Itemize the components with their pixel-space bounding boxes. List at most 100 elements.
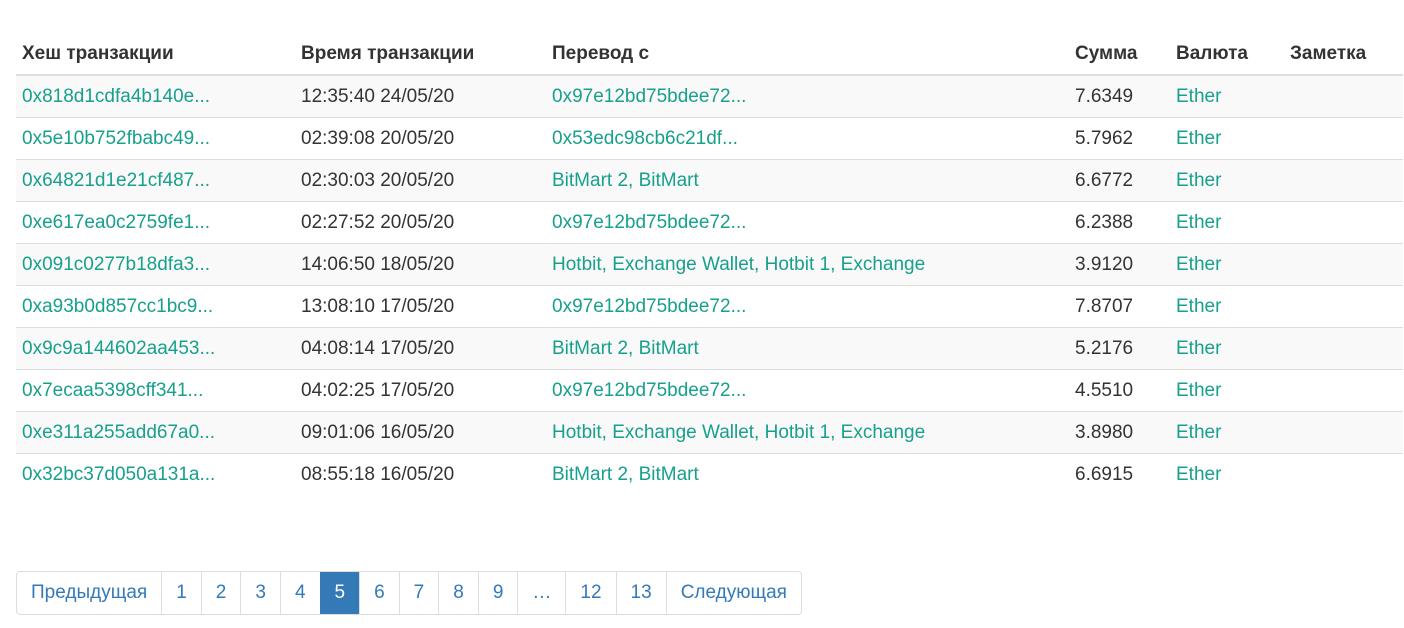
- tx-from-link[interactable]: BitMart 2, BitMart: [552, 464, 699, 485]
- table-body: 0x818d1cdfa4b140e... 12:35:40 24/05/20 0x9…: [16, 75, 1403, 495]
- cell-from: 0x97e12bd75bdee72...: [546, 369, 1069, 412]
- transactions-page: Хеш транзакции Время транзакции Перевод …: [0, 0, 1404, 628]
- tx-hash-link[interactable]: 0x64821d1e21cf487...: [22, 170, 210, 191]
- cell-time: 13:08:10 17/05/20: [295, 285, 546, 328]
- cell-time: 02:39:08 20/05/20: [295, 117, 546, 160]
- cell-note: [1284, 75, 1403, 118]
- table-row: 0x64821d1e21cf487... 02:30:03 20/05/20 Bit…: [16, 159, 1403, 202]
- tx-hash-link[interactable]: 0x9c9a144602aa453...: [22, 338, 215, 359]
- pagination-page-12[interactable]: 12: [565, 572, 615, 614]
- tx-from-link[interactable]: 0x97e12bd75bdee72...: [552, 296, 746, 317]
- tx-hash-link[interactable]: 0x7ecaa5398cff341...: [22, 380, 203, 401]
- tx-time: 02:27:52 20/05/20: [301, 211, 455, 233]
- table-row: 0x32bc37d050a131a... 08:55:18 16/05/20 Bit…: [16, 453, 1403, 495]
- cell-amount: 7.6349: [1069, 75, 1170, 118]
- tx-time: 04:08:14 17/05/20: [301, 337, 455, 359]
- tx-currency-link[interactable]: Ether: [1176, 296, 1221, 317]
- cell-amount: 5.2176: [1069, 327, 1170, 370]
- cell-from: 0x97e12bd75bdee72...: [546, 285, 1069, 328]
- pagination-page-8[interactable]: 8: [438, 572, 478, 614]
- column-header-amount: Сумма: [1069, 34, 1170, 76]
- tx-amount: 6.6772: [1075, 169, 1134, 191]
- tx-hash-link[interactable]: 0xe617ea0c2759fe1...: [22, 212, 210, 233]
- pagination-prev-button[interactable]: Предыдущая: [17, 572, 161, 614]
- tx-currency-link[interactable]: Ether: [1176, 86, 1221, 107]
- tx-currency-link[interactable]: Ether: [1176, 338, 1221, 359]
- cell-from: Hotbit, Exchange Wallet, Hotbit 1, Excha…: [546, 243, 1069, 286]
- cell-time: 12:35:40 24/05/20: [295, 75, 546, 118]
- tx-from-link[interactable]: 0x53edc98cb6c21df...: [552, 128, 738, 149]
- pagination-page-1[interactable]: 1: [161, 572, 201, 614]
- tx-amount: 3.8980: [1075, 421, 1134, 443]
- cell-amount: 3.9120: [1069, 243, 1170, 286]
- table-row: 0x091c0277b18dfa3... 14:06:50 18/05/20 Hot…: [16, 243, 1403, 286]
- tx-from-link[interactable]: 0x97e12bd75bdee72...: [552, 380, 746, 401]
- cell-note: [1284, 159, 1403, 202]
- cell-amount: 7.8707: [1069, 285, 1170, 328]
- cell-time: 14:06:50 18/05/20: [295, 243, 546, 286]
- tx-time: 04:02:25 17/05/20: [301, 379, 455, 401]
- cell-from: 0x97e12bd75bdee72...: [546, 201, 1069, 244]
- pagination-page-13[interactable]: 13: [615, 572, 666, 614]
- tx-currency-link[interactable]: Ether: [1176, 212, 1221, 233]
- cell-currency: Ether: [1170, 243, 1284, 286]
- tx-currency-link[interactable]: Ether: [1176, 464, 1221, 485]
- tx-amount: 3.9120: [1075, 253, 1134, 275]
- cell-time: 04:02:25 17/05/20: [295, 369, 546, 412]
- cell-currency: Ether: [1170, 327, 1284, 370]
- tx-time: 02:39:08 20/05/20: [301, 127, 455, 149]
- cell-note: [1284, 453, 1403, 495]
- cell-time: 04:08:14 17/05/20: [295, 327, 546, 370]
- cell-note: [1284, 369, 1403, 412]
- cell-hash: 0xe311a255add67a0...: [16, 411, 295, 454]
- cell-hash: 0x091c0277b18dfa3...: [16, 243, 295, 286]
- tx-from-link[interactable]: BitMart 2, BitMart: [552, 170, 699, 191]
- pagination-page-7[interactable]: 7: [398, 572, 439, 614]
- pagination-page-4[interactable]: 4: [279, 572, 320, 614]
- tx-amount: 7.8707: [1075, 295, 1134, 317]
- cell-from: BitMart 2, BitMart: [546, 453, 1069, 495]
- cell-note: [1284, 285, 1403, 328]
- tx-currency-link[interactable]: Ether: [1176, 422, 1221, 443]
- pagination-page-3[interactable]: 3: [240, 572, 280, 614]
- pagination-page-current[interactable]: 5: [319, 572, 360, 614]
- cell-time: 09:01:06 16/05/20: [295, 411, 546, 454]
- tx-amount: 5.7962: [1075, 127, 1134, 149]
- tx-hash-link[interactable]: 0x091c0277b18dfa3...: [22, 254, 210, 275]
- pagination-next-button[interactable]: Следующая: [665, 572, 801, 614]
- cell-currency: Ether: [1170, 201, 1284, 244]
- cell-hash: 0x818d1cdfa4b140e...: [16, 75, 295, 118]
- tx-from-link[interactable]: Hotbit, Exchange Wallet, Hotbit 1, Excha…: [552, 422, 925, 443]
- tx-hash-link[interactable]: 0xa93b0d857cc1bc9...: [22, 296, 213, 317]
- tx-from-link[interactable]: 0x97e12bd75bdee72...: [552, 212, 746, 233]
- tx-currency-link[interactable]: Ether: [1176, 254, 1221, 275]
- table-row: 0x818d1cdfa4b140e... 12:35:40 24/05/20 0x9…: [16, 75, 1403, 118]
- tx-from-link[interactable]: BitMart 2, BitMart: [552, 338, 699, 359]
- tx-from-link[interactable]: 0x97e12bd75bdee72...: [552, 86, 746, 107]
- pagination-page-9[interactable]: 9: [477, 572, 518, 614]
- cell-note: [1284, 411, 1403, 454]
- tx-from-link[interactable]: Hotbit, Exchange Wallet, Hotbit 1, Excha…: [552, 254, 925, 275]
- tx-time: 09:01:06 16/05/20: [301, 421, 455, 443]
- cell-from: BitMart 2, BitMart: [546, 327, 1069, 370]
- cell-from: Hotbit, Exchange Wallet, Hotbit 1, Excha…: [546, 411, 1069, 454]
- tx-currency-link[interactable]: Ether: [1176, 380, 1221, 401]
- cell-amount: 6.6915: [1069, 453, 1170, 495]
- tx-hash-link[interactable]: 0xe311a255add67a0...: [22, 422, 215, 443]
- tx-time: 08:55:18 16/05/20: [301, 463, 455, 485]
- tx-time: 02:30:03 20/05/20: [301, 169, 455, 191]
- tx-time: 14:06:50 18/05/20: [301, 253, 455, 275]
- table-row: 0xe617ea0c2759fe1... 02:27:52 20/05/20 0x9…: [16, 201, 1403, 244]
- tx-currency-link[interactable]: Ether: [1176, 170, 1221, 191]
- pagination-page-2[interactable]: 2: [200, 572, 241, 614]
- tx-currency-link[interactable]: Ether: [1176, 128, 1221, 149]
- pagination-page-6[interactable]: 6: [359, 572, 399, 614]
- tx-time: 13:08:10 17/05/20: [301, 295, 455, 317]
- tx-hash-link[interactable]: 0x5e10b752fbabc49...: [22, 128, 210, 149]
- cell-amount: 6.6772: [1069, 159, 1170, 202]
- pagination-ellipsis: …: [517, 572, 565, 614]
- tx-amount: 7.6349: [1075, 85, 1134, 107]
- tx-hash-link[interactable]: 0x32bc37d050a131a...: [22, 464, 215, 485]
- tx-hash-link[interactable]: 0x818d1cdfa4b140e...: [22, 86, 210, 107]
- cell-note: [1284, 117, 1403, 160]
